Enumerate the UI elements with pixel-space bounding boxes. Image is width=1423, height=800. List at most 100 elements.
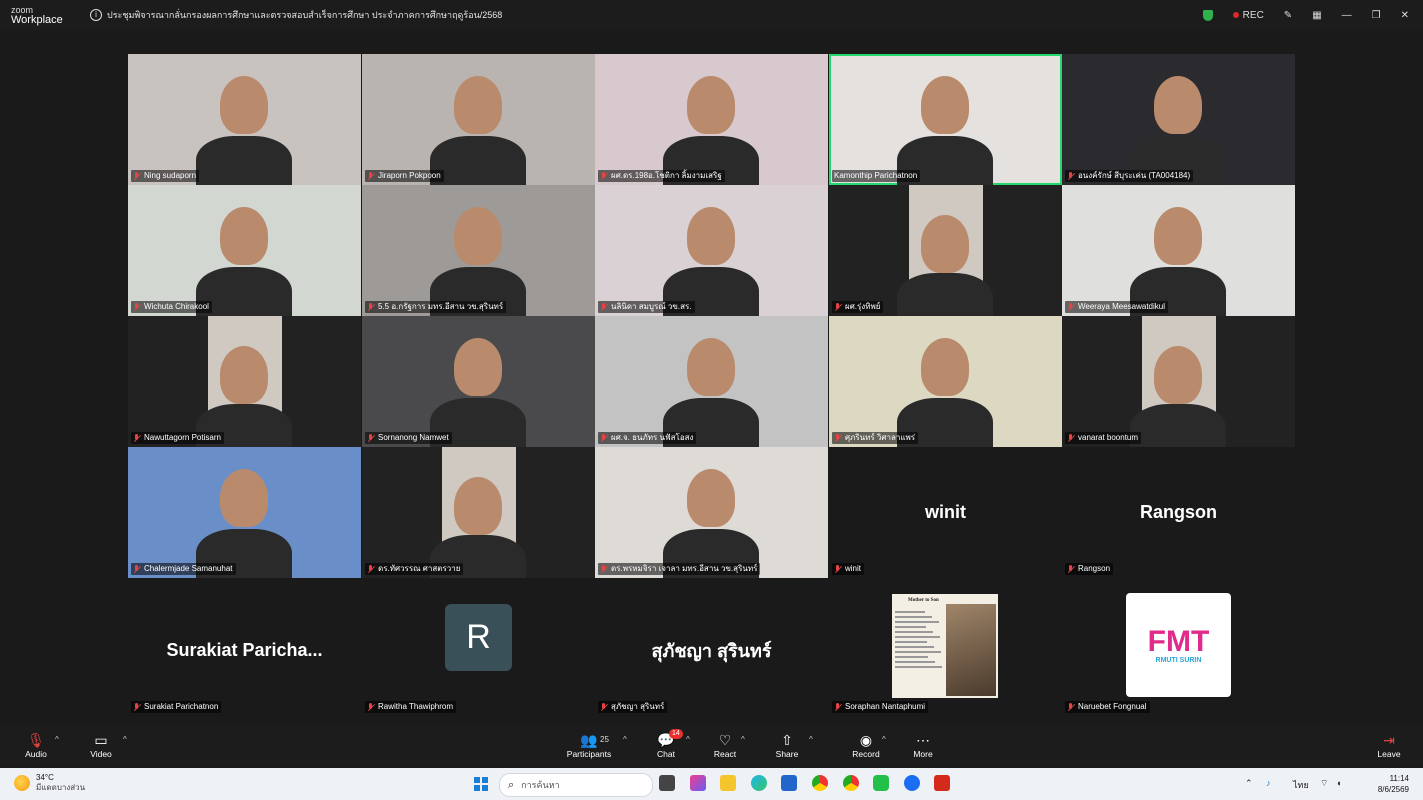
more-button[interactable]: ⋯ More [901,731,945,760]
camera-feed [128,316,361,447]
participant-tile[interactable]: ผศ.รุ่งทิพย์ [829,185,1062,316]
volume-icon[interactable]: ◖ [1336,778,1341,788]
participant-tile[interactable]: Chalermjade Samanuhat [128,447,361,578]
participant-tile[interactable]: ดร.ทัศวรรณ ศาสตรวาย [362,447,595,578]
participant-tile[interactable]: 5.5 อ.กรัฐการ มทร.อีสาน วข.สุรินทร์ [362,185,595,316]
participant-tile[interactable]: Kamonthip Parichatnon [829,54,1062,185]
audio-options-chevron-icon[interactable]: ^ [55,735,59,744]
file-explorer-icon[interactable] [720,775,736,791]
camera-feed [595,54,828,185]
participant-tile[interactable]: อนงค์รักษ์ สีบุระเค่น (TA004184) [1062,54,1295,185]
participant-name: ผศ.ดร.198อ.โชติกา ลิ้มงามเสริฐ [611,171,722,180]
participant-tile[interactable]: Sornanong Namwet [362,316,595,447]
participant-tile[interactable]: ดร.พรหมจิรา เจาลา มทร.อีสาน วข.สุรินทร์ [595,447,828,578]
participant-tile[interactable]: ศุภรินทร์ วิศาลาแพร่ [829,316,1062,447]
poem-profile-image: Mother to Son [892,594,998,698]
participant-tile[interactable]: นลินิดา สมบูรณ์ วข.สร. [595,185,828,316]
participant-tile[interactable]: ผศ.จ. ธนภัทร นฟัสโอสง [595,316,828,447]
taskbar-search[interactable]: ⌕ การค้นหา [499,773,653,797]
participant-name: ผศ.รุ่งทิพย์ [845,302,881,311]
close-button[interactable]: ✕ [1401,10,1409,21]
participant-tile[interactable]: Ning sudaporn [128,54,361,185]
participant-name-tag: Ning sudaporn [131,170,200,182]
record-options-chevron-icon[interactable]: ^ [882,735,886,744]
annotate-pen-icon[interactable]: ✎ [1284,10,1292,21]
poem-title: Mother to Son [908,598,939,603]
meeting-info[interactable]: i ประชุมพิจารณากลั่นกรองผลการศึกษาและตรว… [90,8,502,22]
view-grid-icon[interactable]: ▦ [1312,10,1321,21]
task-view-icon[interactable] [659,775,675,791]
participant-name-tag: Jiraporn Pokpoon [365,170,444,182]
participant-tile[interactable]: ผศ.ดร.198อ.โชติกา ลิ้มงามเสริฐ [595,54,828,185]
restore-button[interactable]: ❐ [1372,10,1381,21]
participant-name: Chalermjade Samanuhat [144,564,233,573]
participant-name: Naruebet Fongnual [1078,702,1147,711]
store-icon[interactable] [781,775,797,791]
camera-feed [362,447,595,578]
participant-tile[interactable]: Nawuttagorn Potisarn [128,316,361,447]
tray-overflow-chevron-icon[interactable]: ⌃ [1245,778,1253,789]
mic-muted-icon [133,302,141,312]
leave-door-icon: ⇥ [1383,731,1395,748]
chat-button[interactable]: 💬 14 Chat [644,729,688,759]
participant-tile[interactable]: Rangson Rangson [1062,447,1295,578]
video-options-chevron-icon[interactable]: ^ [123,735,127,744]
participant-name: Ning sudaporn [144,171,197,180]
search-placeholder: การค้นหา [521,780,560,790]
participant-name: ศุภรินทร์ วิศาลาแพร่ [845,433,916,442]
participant-display-name: Rangson [1139,502,1217,522]
participant-tile[interactable]: สุภัชญา สุรินทร์ สุภัชญา สุรินทร์ [595,585,828,716]
participant-tile[interactable]: Weeraya Meesawatdikul [1062,185,1295,316]
participant-name-tag: Soraphan Nantaphumi [832,701,929,713]
participant-display-name: สุภัชญา สุรินทร์ [651,641,772,661]
input-language[interactable]: ไทย [1293,778,1309,792]
weather-sun-icon [14,775,30,791]
camera-feed [362,316,595,447]
avatar: R [445,604,512,671]
mic-muted-icon [133,433,141,443]
chat-options-chevron-icon[interactable]: ^ [686,735,690,744]
participant-tile[interactable]: Wichuta Chirakool [128,185,361,316]
chrome-icon[interactable] [812,775,828,791]
workplace-wordmark: Workplace [11,14,63,26]
chat-label: Chat [657,749,675,759]
leave-button[interactable]: ⇥ Leave [1367,731,1411,760]
audio-button[interactable]: 🎙 Audio [14,731,58,760]
share-label: Share [775,749,799,759]
zoom-app-icon[interactable] [904,775,920,791]
info-icon[interactable]: i [90,9,102,21]
camera-feed [128,185,361,316]
recording-indicator[interactable]: REC [1232,10,1264,21]
participant-tile[interactable]: R Rawitha Thawiphrom [362,585,595,716]
copilot-icon[interactable] [690,775,706,791]
participant-tile[interactable]: Surakiat Paricha... Surakiat Parichatnon [128,585,361,716]
camera-feed [829,185,1062,316]
participant-name: Weeraya Meesawatdikul [1078,302,1166,311]
security-shield-icon[interactable] [1202,9,1213,21]
share-button[interactable]: ⇧ Share [765,731,809,760]
participant-tile[interactable]: vanarat boontum [1062,316,1295,447]
participant-tile[interactable]: Jiraporn Pokpoon [362,54,595,185]
video-button[interactable]: ▭ Video [79,731,123,760]
title-bar: zoom Workplace i ประชุมพิจารณากลั่นกรองผ… [0,0,1423,30]
share-options-chevron-icon[interactable]: ^ [809,735,813,744]
edge-browser-icon[interactable] [751,775,767,791]
system-clock[interactable]: 11:14 8/6/2569 [1378,773,1409,795]
mic-muted-icon [834,564,842,574]
participant-tile[interactable]: Mother to Son Soraphan Nantaphumi [829,585,1062,716]
participant-tile[interactable]: winit winit [829,447,1062,578]
wifi-icon[interactable]: ⌔ [1320,778,1328,789]
mic-muted-icon [834,302,842,312]
participant-name: Jiraporn Pokpoon [378,171,441,180]
participant-name: Rawitha Thawiphrom [378,702,453,711]
acrobat-icon[interactable] [934,775,950,791]
chrome-profile-icon[interactable] [843,775,859,791]
tray-app-icon[interactable]: ♪ [1266,778,1271,788]
participants-options-chevron-icon[interactable]: ^ [623,735,627,744]
line-app-icon[interactable] [873,775,889,791]
weather-widget[interactable]: 34°C มีแดดบางส่วน [14,773,85,793]
participant-tile[interactable]: FMT RMUTI SURIN Naruebet Fongnual [1062,585,1295,716]
react-options-chevron-icon[interactable]: ^ [741,735,745,744]
minimize-button[interactable]: — [1342,10,1352,21]
windows-start-icon[interactable] [474,777,488,791]
